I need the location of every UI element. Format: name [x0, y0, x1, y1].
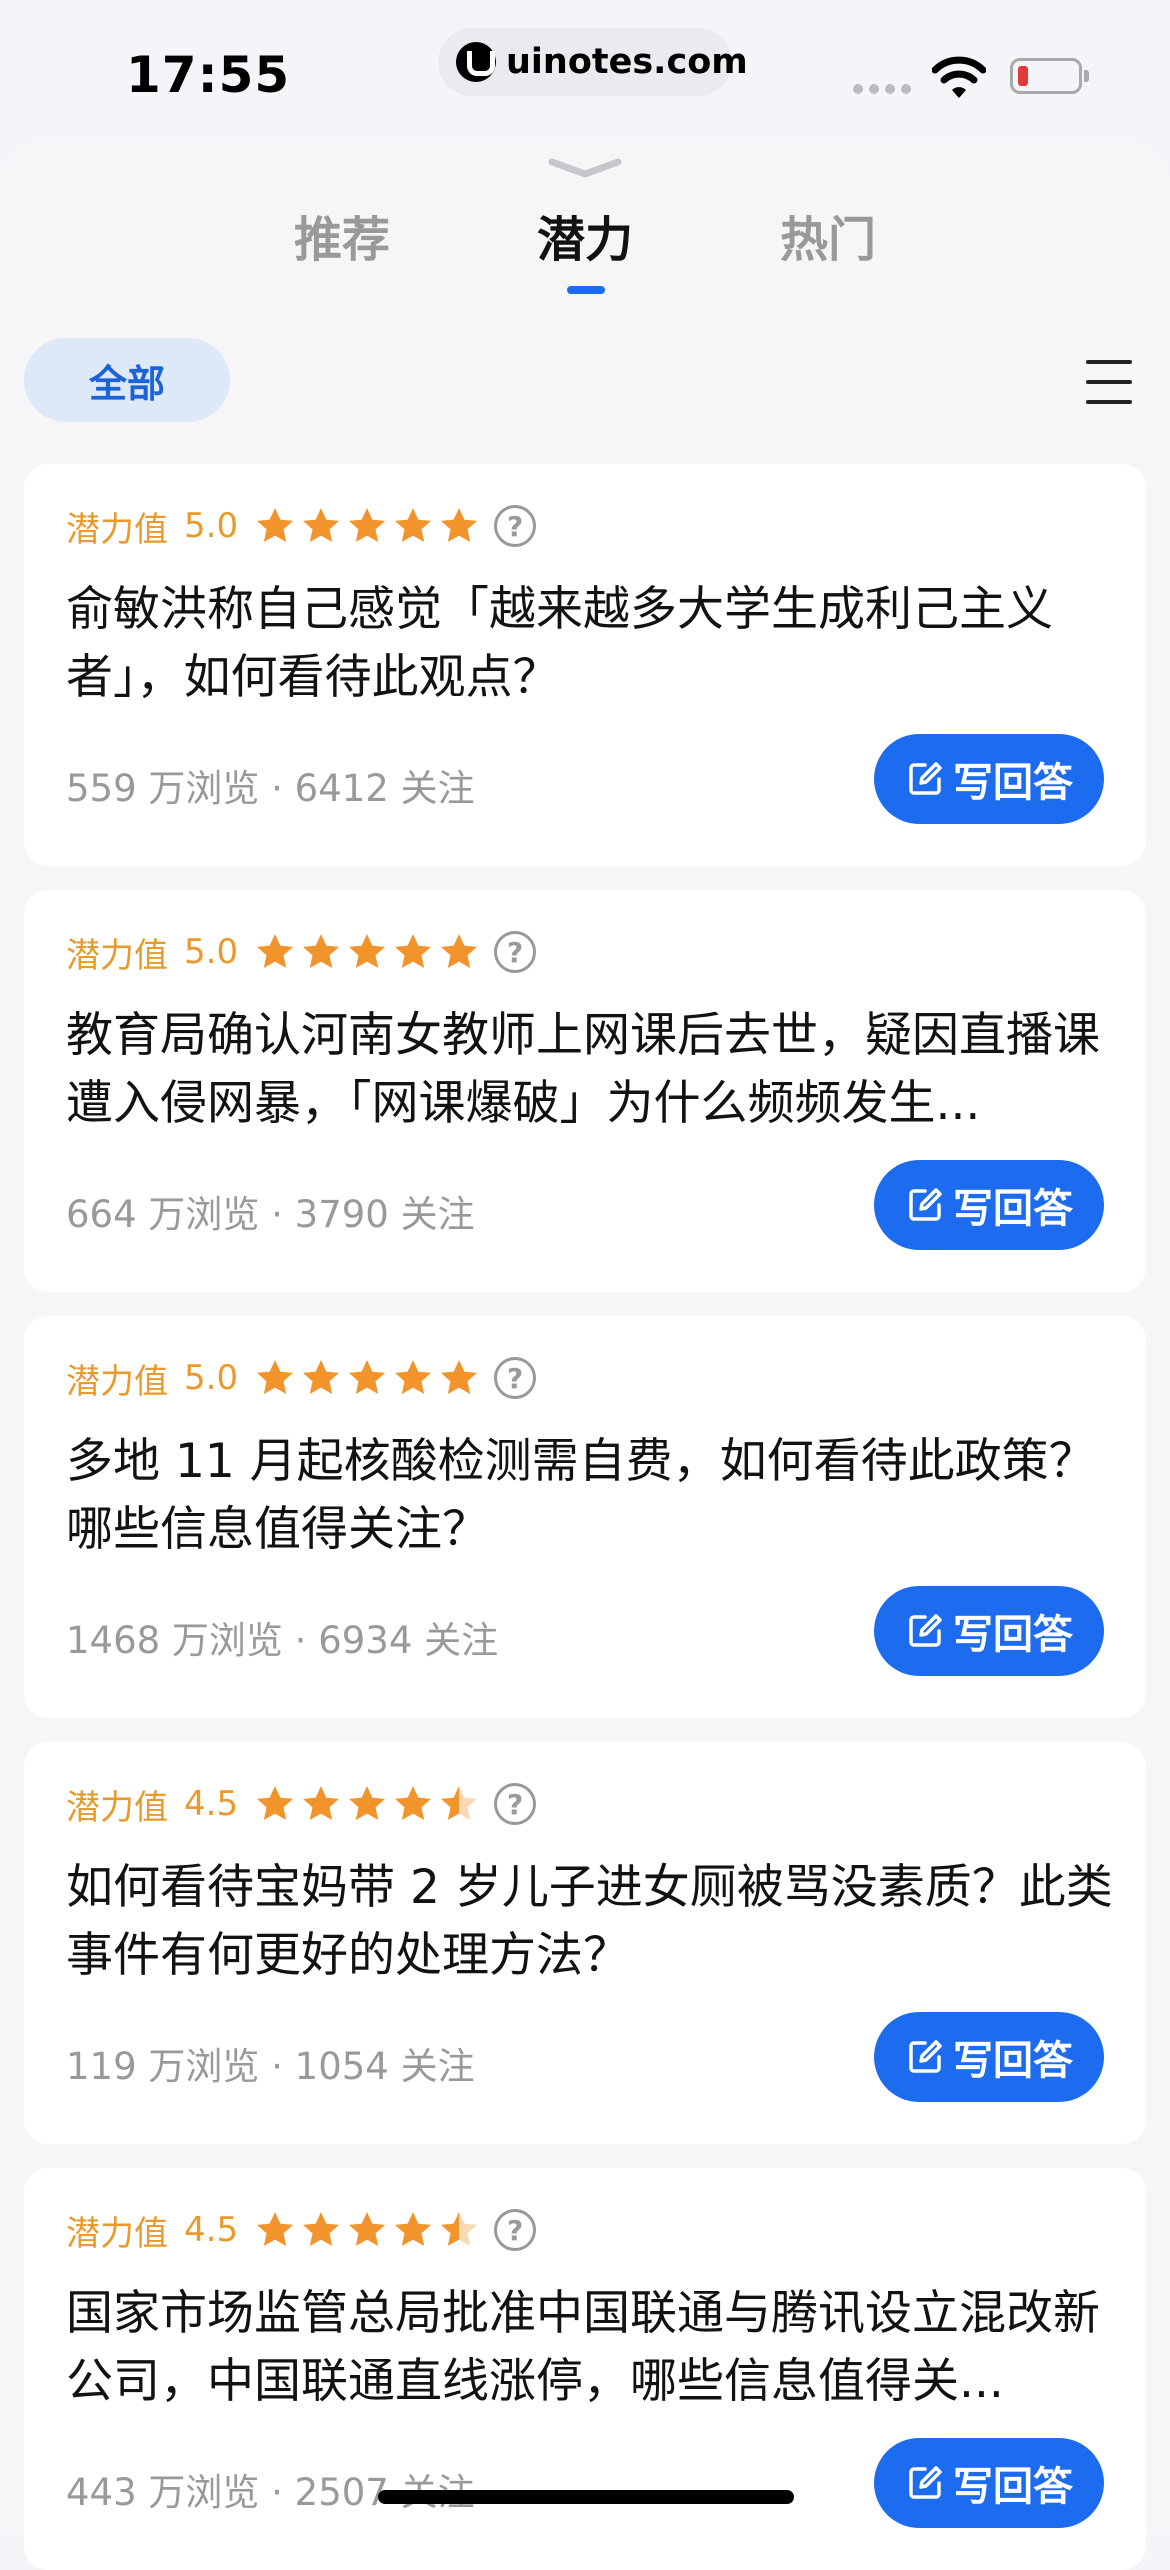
potential-label: 潜力值 [66, 1787, 168, 1828]
question-stats: 443 万浏览 · 2507 关注 [66, 2471, 475, 2514]
question-title[interactable]: 多地 11 月起核酸检测需自费，如何看待此政策？哪些信息值得关注？ [66, 1428, 1116, 1564]
menu-icon[interactable] [1086, 360, 1132, 404]
tab-recommend[interactable]: 推荐 [272, 200, 412, 270]
star-rating [254, 1783, 480, 1825]
write-answer-button[interactable]: 写回答 [874, 2438, 1104, 2528]
potential-score: 4.5 [184, 1784, 239, 1824]
question-card[interactable]: 潜力值 5.0 ? 多地 11 月起核酸检测需自费，如何看待此政策？哪些信息值得… [24, 1316, 1146, 1718]
potential-score: 5.0 [184, 1358, 239, 1398]
edit-icon [909, 1188, 942, 1221]
filter-all-chip[interactable]: 全部 [24, 338, 230, 422]
star-icon [303, 508, 340, 542]
potential-row: 潜力值 4.5 ? [66, 2208, 537, 2254]
bottom-sheet: 推荐 潜力 热门 全部 潜力值 5.0 ? 俞敏洪称自己感觉「越来越多大学生成利… [0, 142, 1170, 2570]
active-tab-indicator [567, 286, 605, 294]
star-icon [349, 1786, 386, 1820]
url-pill[interactable]: uinotes.com [438, 28, 748, 96]
star-icon [349, 508, 386, 542]
tab-potential[interactable]: 潜力 [515, 200, 655, 270]
star-icon [441, 508, 478, 542]
potential-label: 潜力值 [66, 935, 168, 976]
help-icon[interactable]: ? [494, 505, 537, 547]
home-indicator[interactable] [378, 2490, 794, 2504]
question-title[interactable]: 教育局确认河南女教师上网课后去世，疑因直播课遭入侵网暴，「网课爆破」为什么频频发… [66, 1002, 1116, 1138]
question-title[interactable]: 如何看待宝妈带 2 岁儿子进女厕被骂没素质？此类事件有何更好的处理方法？ [66, 1854, 1116, 1990]
help-icon[interactable]: ? [494, 1357, 537, 1399]
question-stats: 119 万浏览 · 1054 关注 [66, 2045, 475, 2088]
star-rating [254, 505, 480, 547]
star-icon [257, 1360, 294, 1394]
status-time: 17:55 [126, 46, 291, 104]
write-answer-button[interactable]: 写回答 [874, 734, 1104, 824]
question-title[interactable]: 俞敏洪称自己感觉「越来越多大学生成利己主义者」，如何看待此观点？ [66, 576, 1116, 712]
write-answer-label: 写回答 [953, 1612, 1073, 1658]
question-stats: 559 万浏览 · 6412 关注 [66, 767, 475, 810]
write-answer-label: 写回答 [953, 2038, 1073, 2084]
star-icon [303, 1360, 340, 1394]
star-icon [395, 1360, 432, 1394]
potential-score: 4.5 [184, 2210, 239, 2250]
star-icon [303, 934, 340, 968]
star-icon [441, 934, 478, 968]
star-icon [395, 508, 432, 542]
star-icon [395, 934, 432, 968]
edit-icon [909, 762, 942, 795]
star-icon [257, 2212, 294, 2246]
write-answer-label: 写回答 [953, 1186, 1073, 1232]
star-rating [254, 2209, 480, 2251]
edit-icon [909, 2466, 942, 2499]
battery-icon [1010, 58, 1089, 94]
potential-row: 潜力值 5.0 ? [66, 1356, 537, 1402]
write-answer-button[interactable]: 写回答 [874, 1160, 1104, 1250]
signal-dots-icon [853, 84, 911, 94]
edit-icon [909, 2040, 942, 2073]
question-card[interactable]: 潜力值 5.0 ? 教育局确认河南女教师上网课后去世，疑因直播课遭入侵网暴，「网… [24, 890, 1146, 1292]
star-rating [254, 1357, 480, 1399]
potential-row: 潜力值 4.5 ? [66, 1782, 537, 1828]
star-icon [349, 2212, 386, 2246]
star-icon [257, 508, 294, 542]
chevron-down-icon[interactable] [548, 158, 622, 178]
question-card[interactable]: 潜力值 4.5 ? 国家市场监管总局批准中国联通与腾讯设立混改新公司，中国联通直… [24, 2168, 1146, 2570]
star-rating [254, 931, 480, 973]
star-icon [441, 1360, 478, 1394]
help-icon[interactable]: ? [494, 931, 537, 973]
star-icon [303, 2212, 340, 2246]
question-stats: 1468 万浏览 · 6934 关注 [66, 1619, 499, 1662]
edit-icon [909, 1614, 942, 1647]
potential-label: 潜力值 [66, 509, 168, 550]
write-answer-label: 写回答 [953, 2464, 1073, 2510]
potential-score: 5.0 [184, 506, 239, 546]
question-stats: 664 万浏览 · 3790 关注 [66, 1193, 475, 1236]
help-icon[interactable]: ? [494, 2209, 537, 2251]
star-half-icon [441, 1786, 478, 1820]
potential-score: 5.0 [184, 932, 239, 972]
star-icon [257, 934, 294, 968]
star-half-icon [441, 2212, 478, 2246]
potential-row: 潜力值 5.0 ? [66, 504, 537, 550]
potential-label: 潜力值 [66, 1361, 168, 1402]
wifi-icon [932, 56, 986, 98]
write-answer-button[interactable]: 写回答 [874, 1586, 1104, 1676]
star-icon [349, 934, 386, 968]
potential-label: 潜力值 [66, 2213, 168, 2254]
help-icon[interactable]: ? [494, 1783, 537, 1825]
url-text: uinotes.com [506, 42, 748, 82]
write-answer-button[interactable]: 写回答 [874, 2012, 1104, 2102]
tab-hot[interactable]: 热门 [758, 200, 898, 270]
potential-row: 潜力值 5.0 ? [66, 930, 537, 976]
status-bar: 17:55 uinotes.com [0, 0, 1170, 150]
star-icon [395, 1786, 432, 1820]
question-title[interactable]: 国家市场监管总局批准中国联通与腾讯设立混改新公司，中国联通直线涨停，哪些信息值得… [66, 2280, 1116, 2416]
site-logo-icon [456, 42, 496, 82]
star-icon [257, 1786, 294, 1820]
star-icon [349, 1360, 386, 1394]
star-icon [303, 1786, 340, 1820]
write-answer-label: 写回答 [953, 760, 1073, 806]
question-card[interactable]: 潜力值 5.0 ? 俞敏洪称自己感觉「越来越多大学生成利己主义者」，如何看待此观… [24, 464, 1146, 866]
question-card[interactable]: 潜力值 4.5 ? 如何看待宝妈带 2 岁儿子进女厕被骂没素质？此类事件有何更好… [24, 1742, 1146, 2144]
star-icon [395, 2212, 432, 2246]
